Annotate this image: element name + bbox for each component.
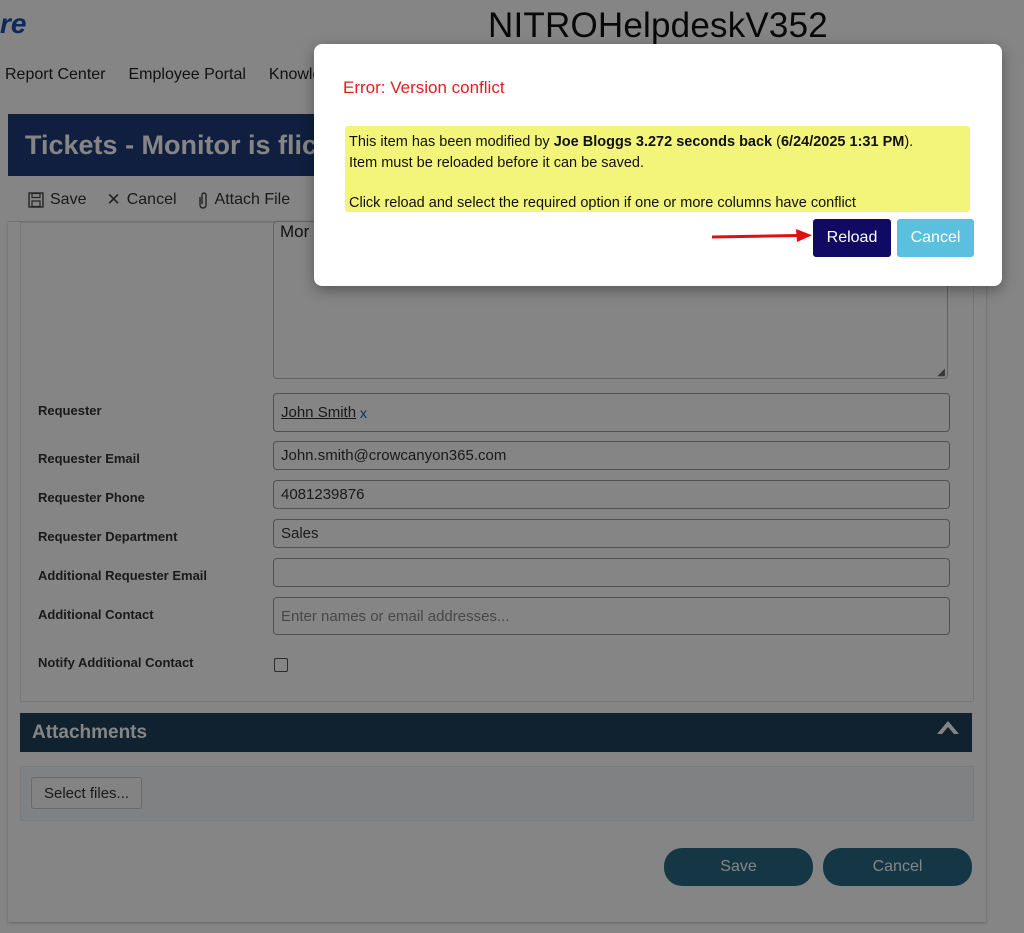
message-paren-open: ( [772,134,781,150]
red-arrow-icon [712,229,812,242]
reload-instruction-text: Click reload and select the required opt… [349,195,856,211]
message-paren-close: ). [904,134,914,150]
dialog-cancel-button[interactable]: Cancel [897,219,974,257]
conflict-message: This item has been modified by Joe Blogg… [349,132,966,153]
message-prefix: This item has been modified by [349,134,554,150]
modified-timestamp: 6/24/2025 1:31 PM [780,134,905,150]
modified-by-text: Joe Bloggs 3.272 seconds back [553,134,773,150]
dialog-title: Error: Version conflict [343,78,505,97]
conflict-notice: This item has been modified by Joe Blogg… [345,126,970,212]
version-conflict-dialog: Error: Version conflict This item has be… [314,44,1002,286]
reload-button[interactable]: Reload [813,219,891,257]
reload-required-text: Item must be reloaded before it can be s… [349,155,645,171]
